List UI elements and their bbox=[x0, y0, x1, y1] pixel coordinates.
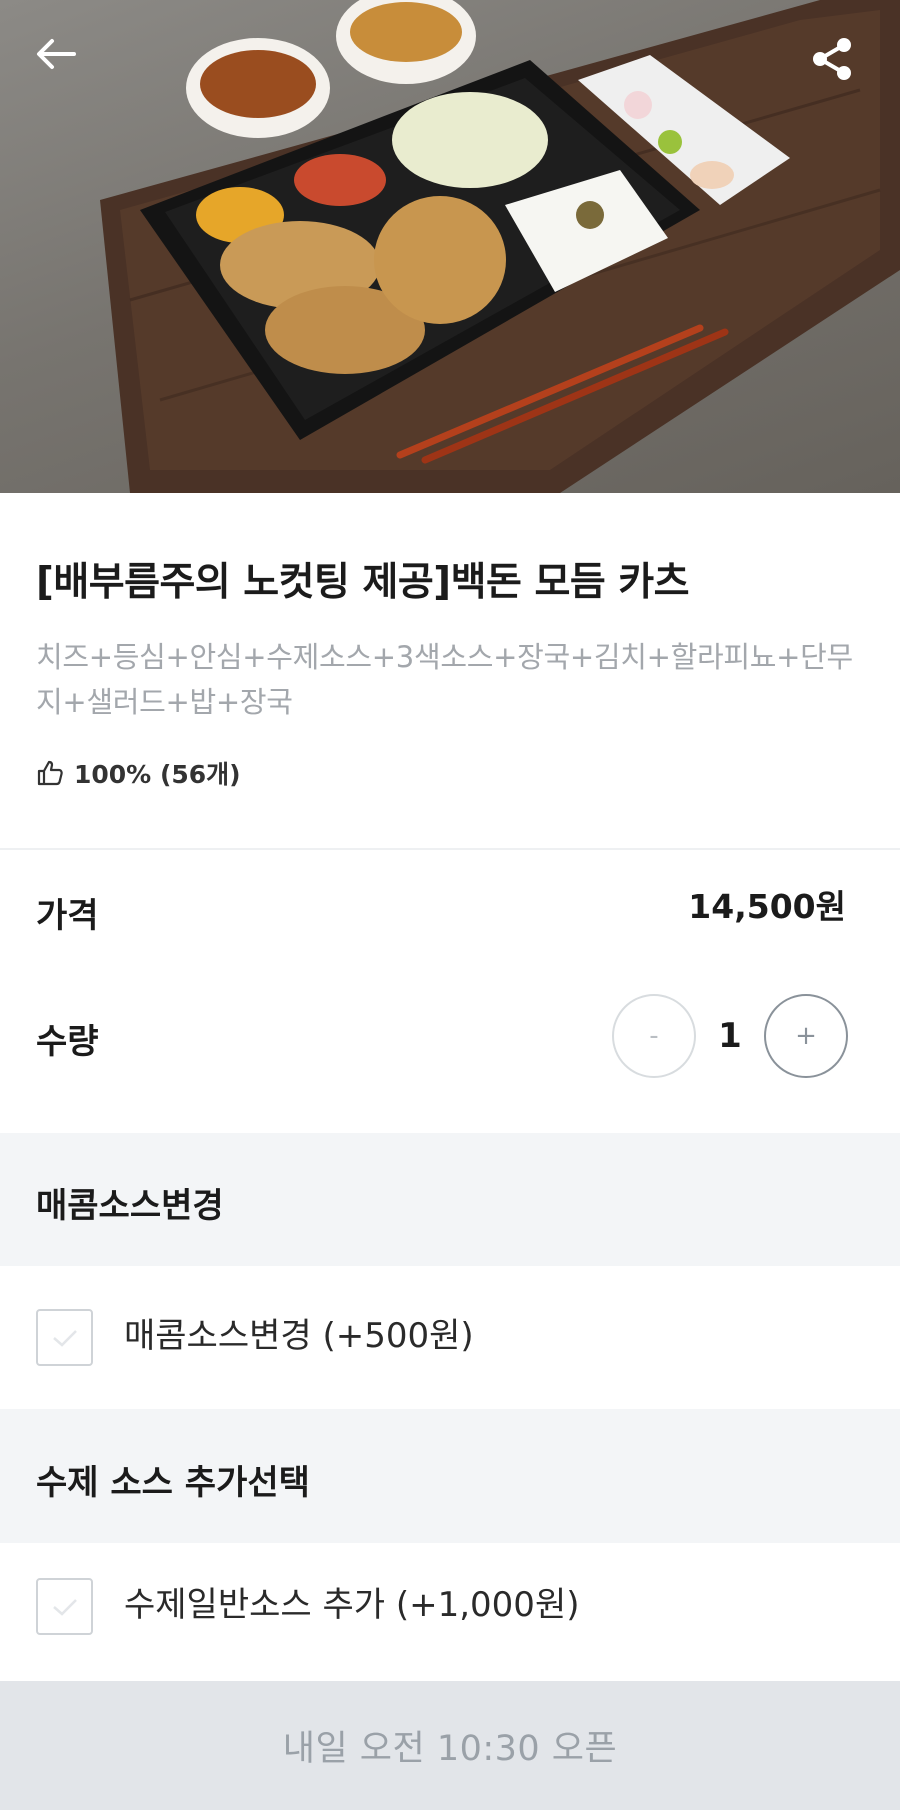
price-quantity-section: 가격 14,500원 수량 - 1 + bbox=[0, 850, 900, 1133]
product-info: [배부름주의 노컷팅 제공]백돈 모듬 카츠 치즈+등심+안심+수제소스+3색소… bbox=[0, 493, 900, 850]
option-label: 매콤소스변경 (+500원) bbox=[124, 1316, 474, 1356]
share-button[interactable] bbox=[810, 36, 866, 92]
quantity-value: 1 bbox=[718, 1016, 742, 1056]
quantity-stepper: - 1 + bbox=[612, 994, 848, 1078]
rating: 100% (56개) bbox=[36, 755, 241, 791]
option-row[interactable]: 수제일반소스 추가 (+1,000원) bbox=[0, 1543, 900, 1681]
price-label: 가격 bbox=[36, 896, 99, 936]
quantity-label: 수량 bbox=[36, 1022, 99, 1062]
food-photo bbox=[100, 0, 900, 493]
back-button[interactable] bbox=[34, 36, 90, 92]
increase-button[interactable]: + bbox=[764, 994, 848, 1078]
option-group-title: 수제 소스 추가선택 bbox=[36, 1463, 310, 1503]
price-value: 14,500원 bbox=[688, 887, 846, 926]
option-group-header: 수제 소스 추가선택 bbox=[0, 1409, 900, 1543]
check-icon bbox=[52, 1598, 77, 1616]
product-title: [배부름주의 노컷팅 제공]백돈 모듬 카츠 bbox=[36, 560, 690, 605]
decrease-button[interactable]: - bbox=[612, 994, 696, 1078]
thumbs-up-icon bbox=[37, 760, 63, 786]
open-time-label: 내일 오전 10:30 오픈 bbox=[282, 1729, 618, 1769]
option-row[interactable]: 매콤소스변경 (+500원) bbox=[0, 1266, 900, 1409]
share-icon bbox=[813, 38, 851, 80]
option-checkbox[interactable] bbox=[36, 1309, 93, 1366]
option-label: 수제일반소스 추가 (+1,000원) bbox=[124, 1585, 580, 1625]
rating-text: 100% (56개) bbox=[74, 760, 241, 789]
product-image bbox=[0, 0, 900, 493]
option-group-title: 매콤소스변경 bbox=[36, 1186, 224, 1226]
order-button-disabled[interactable]: 내일 오전 10:30 오픈 bbox=[0, 1681, 900, 1810]
check-icon bbox=[52, 1329, 77, 1347]
option-group-header: 매콤소스변경 bbox=[0, 1133, 900, 1266]
option-checkbox[interactable] bbox=[36, 1578, 93, 1635]
product-description: 치즈+등심+안심+수제소스+3색소스+장국+김치+할라피뇨+단무지+샐러드+밥+… bbox=[36, 640, 853, 719]
arrow-left-icon bbox=[37, 39, 76, 69]
